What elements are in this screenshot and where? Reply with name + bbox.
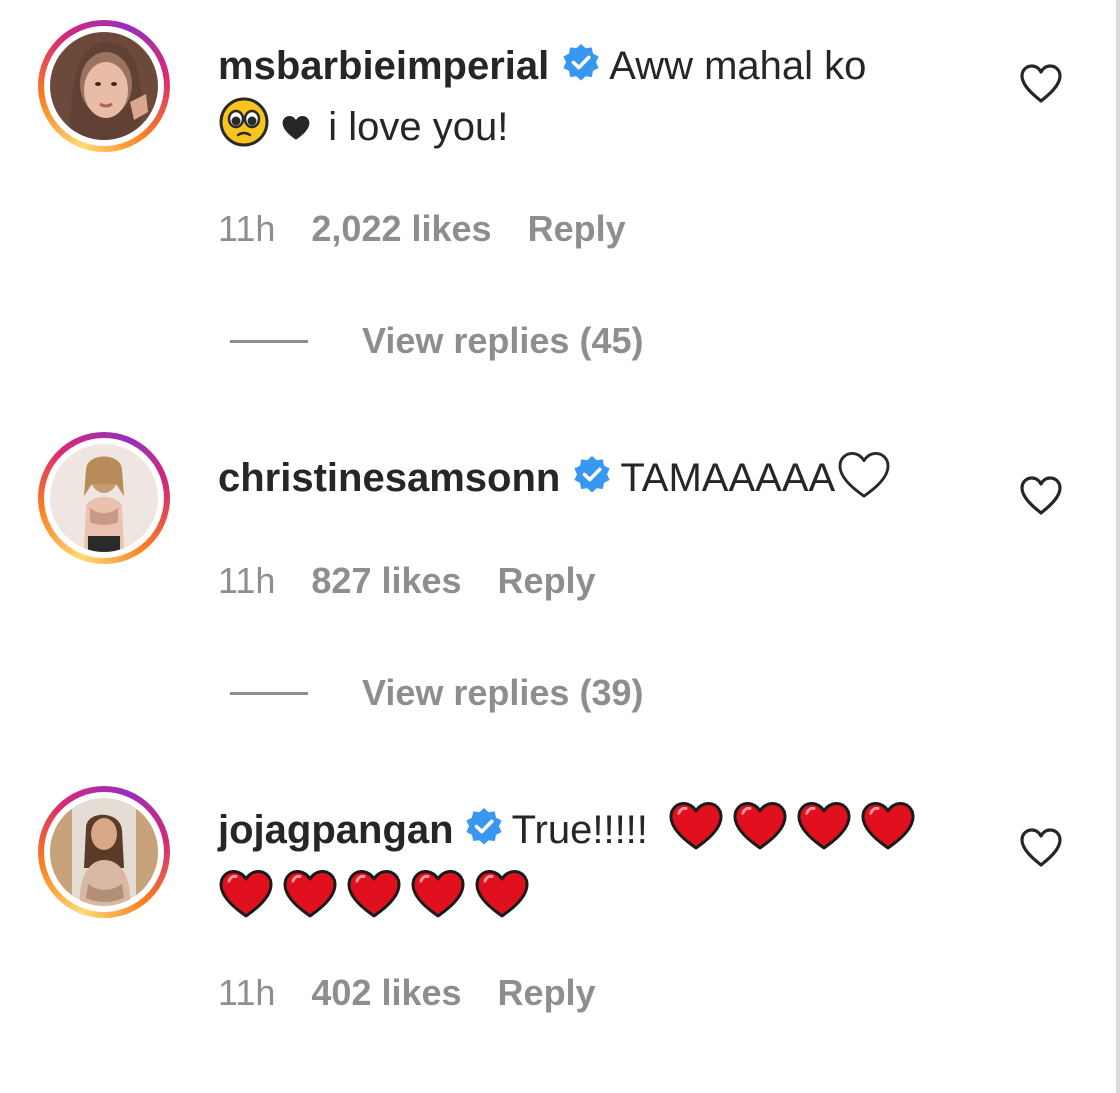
red-heart-emoji [282,869,338,936]
red-heart-emoji [796,801,852,868]
divider-line [230,691,308,695]
white-heart-emoji [837,451,891,516]
avatar-photo [50,798,158,906]
comment-body: christinesamsonn TAMAAAAA [218,448,978,516]
reply-button[interactable]: Reply [528,208,626,249]
like-heart-icon[interactable] [1018,62,1064,104]
comment-text: Aww mahal ko [609,44,867,88]
comment-time[interactable]: 11h [218,560,275,601]
comment-text: TAMAAAAA [620,456,836,500]
verified-badge-icon [561,43,601,83]
pleading-face-emoji [218,96,270,165]
comment-time[interactable]: 11h [218,972,275,1013]
view-replies-button[interactable]: View replies (45) [230,320,643,362]
avatar[interactable] [38,432,170,564]
avatar[interactable] [38,20,170,152]
comment-time[interactable]: 11h [218,208,275,249]
red-heart-emoji [860,801,916,868]
avatar-photo [50,32,158,140]
verified-badge-icon [464,807,504,847]
comment-username[interactable]: jojagpangan [218,808,454,852]
comment-username[interactable]: christinesamsonn [218,456,560,500]
comment-likes[interactable]: 2,022 likes [311,208,491,249]
comment-body: msbarbieimperial Aww mahal ko i love you! [218,36,978,165]
comment-meta: 11h 827 likes Reply [218,560,632,602]
black-heart-emoji [281,99,311,159]
red-heart-emoji [218,869,274,936]
red-heart-emoji [732,801,788,868]
red-heart-emoji [410,869,466,936]
reply-button[interactable]: Reply [498,560,596,601]
verified-badge-icon [572,455,612,495]
red-heart-emoji [474,869,530,936]
like-heart-icon[interactable] [1018,826,1064,868]
view-replies-label: View replies (39) [362,672,644,713]
comment-meta: 11h 2,022 likes Reply [218,208,662,250]
avatar[interactable] [38,786,170,918]
view-replies-button[interactable]: View replies (39) [230,672,643,714]
red-heart-emoji [346,869,402,936]
comment-username[interactable]: msbarbieimperial [218,44,549,88]
panel-border [1116,0,1120,1093]
avatar-photo [50,444,158,552]
like-heart-icon[interactable] [1018,474,1064,516]
comment-likes[interactable]: 827 likes [311,560,461,601]
reply-button[interactable]: Reply [498,972,596,1013]
comment-text: True!!!!! [511,808,648,852]
red-heart-emoji [668,801,724,868]
comment-meta: 11h 402 likes Reply [218,972,632,1014]
comment-text-line2: i love you! [328,105,509,149]
view-replies-label: View replies (45) [362,320,644,361]
comment-body: jojagpangan True!!!!! [218,800,978,936]
divider-line [230,339,308,343]
comment-likes[interactable]: 402 likes [311,972,461,1013]
